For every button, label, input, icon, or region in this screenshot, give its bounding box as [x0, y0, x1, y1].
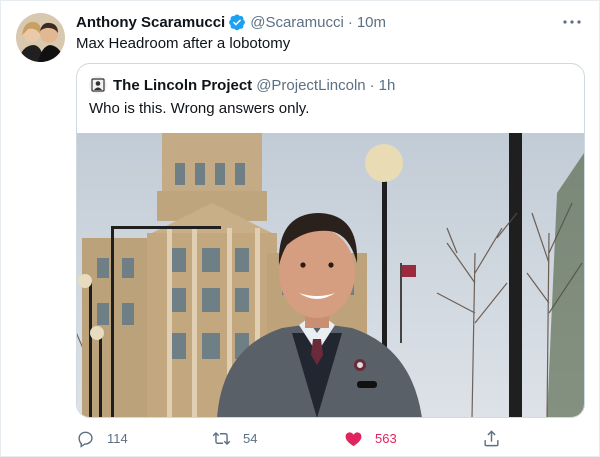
separator-dot: · — [347, 13, 353, 31]
author-handle[interactable]: @Scaramucci — [250, 14, 344, 31]
share-icon — [484, 429, 499, 446]
quoted-tweet-header: The Lincoln Project @ProjectLincoln · 1h — [89, 75, 395, 95]
retweet-icon — [212, 431, 231, 445]
tweet-card[interactable]: Anthony Scaramucci @Scaramucci · 10m Max… — [0, 0, 600, 457]
quoted-author-handle[interactable]: @ProjectLincoln — [256, 77, 365, 94]
quoted-author-name[interactable]: The Lincoln Project — [113, 77, 252, 94]
tweet-timestamp[interactable]: 10m — [357, 14, 386, 31]
retweet-count: 54 — [243, 430, 258, 446]
reply-icon — [78, 431, 93, 448]
retweet-button[interactable]: 54 — [212, 426, 257, 450]
tweet-text: Max Headroom after a lobotomy — [76, 35, 291, 52]
quoted-tweet-text: Who is this. Wrong answers only. — [89, 100, 310, 117]
separator-dot: · — [369, 76, 375, 94]
more-icon[interactable] — [560, 10, 584, 34]
like-count: 563 — [375, 430, 397, 446]
share-button[interactable] — [482, 426, 513, 450]
like-icon — [345, 431, 362, 446]
quoted-author-avatar — [89, 76, 107, 94]
reply-button[interactable]: 114 — [76, 426, 128, 450]
verified-icon — [228, 13, 246, 31]
quoted-tweet-timestamp[interactable]: 1h — [379, 77, 396, 94]
quoted-tweet-photo[interactable] — [77, 133, 584, 417]
quoted-tweet[interactable]: The Lincoln Project @ProjectLincoln · 1h… — [76, 63, 585, 418]
like-button[interactable]: 563 — [344, 426, 397, 450]
tweet-header: Anthony Scaramucci @Scaramucci · 10m — [76, 12, 584, 32]
author-avatar[interactable] — [16, 13, 65, 62]
reply-count: 114 — [107, 430, 128, 446]
author-name[interactable]: Anthony Scaramucci — [76, 14, 225, 31]
tweet-actions: 114 54 563 — [76, 426, 516, 450]
